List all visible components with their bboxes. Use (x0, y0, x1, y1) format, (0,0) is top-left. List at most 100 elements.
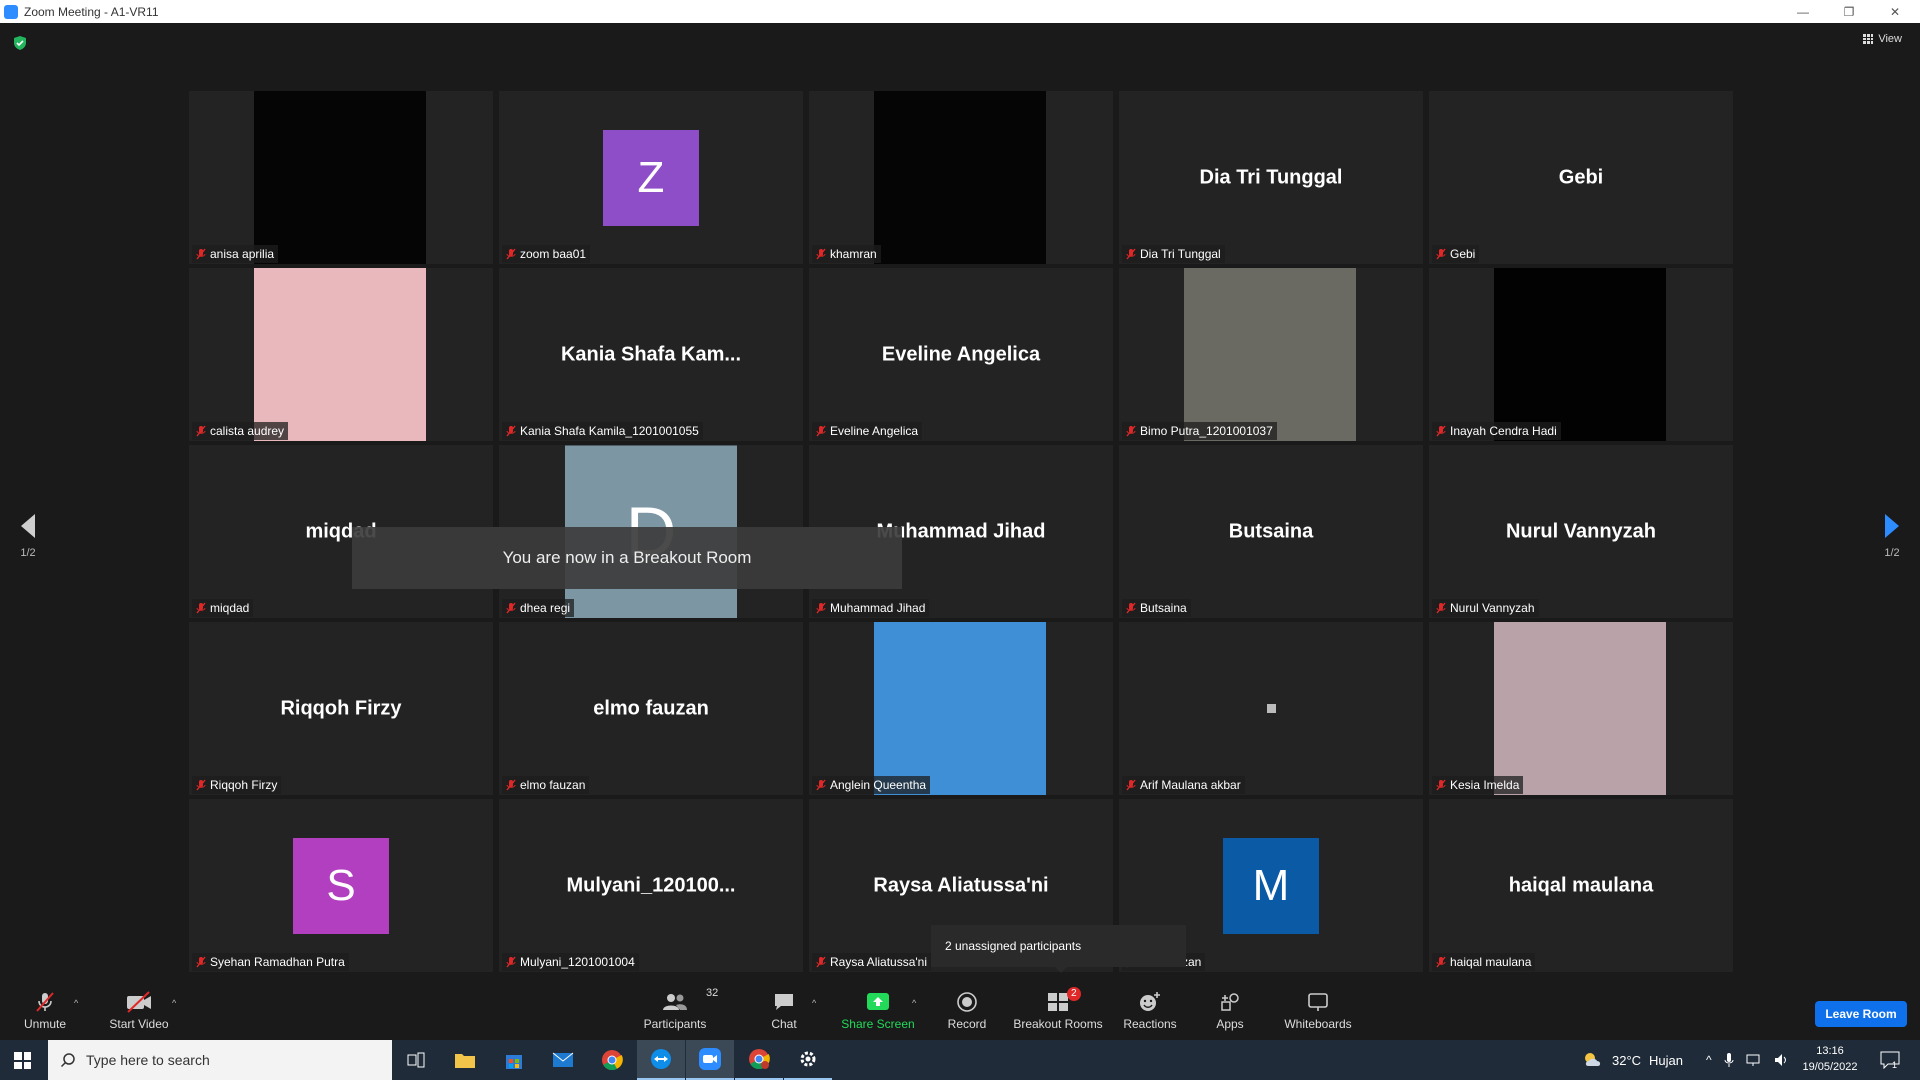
participant-display-name: Dia Tri Tunggal (1199, 166, 1343, 188)
breakout-rooms-button[interactable]: 2 Breakout Rooms (1012, 980, 1104, 1040)
participant-tile[interactable]: calista audrey (189, 268, 493, 441)
share-screen-button[interactable]: Share Screen (838, 980, 918, 1040)
microphone-muted-icon (506, 602, 516, 614)
microphone-muted-icon (1126, 425, 1136, 437)
microphone-muted-icon (816, 425, 826, 437)
participant-tile[interactable]: Zzoom baa01 (499, 91, 803, 264)
view-button[interactable]: View (1863, 33, 1902, 45)
participant-name: elmo fauzan (520, 778, 586, 792)
microphone-icon[interactable] (1724, 1052, 1734, 1068)
minimize-button[interactable]: — (1780, 0, 1826, 23)
record-button[interactable]: Record (944, 980, 990, 1040)
participant-video (874, 91, 1046, 264)
participant-name-label: Muhammad Jihad (812, 599, 930, 617)
reactions-button[interactable]: Reactions (1122, 980, 1178, 1040)
participant-tile[interactable]: khamran (809, 91, 1113, 264)
settings-gear-icon[interactable] (784, 1040, 832, 1080)
microphone-muted-icon (1436, 956, 1446, 968)
participant-name: zoom baa01 (520, 247, 587, 261)
participant-video (874, 622, 1046, 795)
taskbar-clock[interactable]: 13:16 19/05/2022 (1790, 1043, 1870, 1075)
participant-tile[interactable]: anisa aprilia (189, 91, 493, 264)
participant-tile[interactable]: Nurul Vannyzah Nurul Vannyzah (1429, 445, 1733, 618)
participant-display-name: Nurul Vannyzah (1505, 520, 1657, 542)
shield-icon[interactable] (12, 35, 28, 51)
taskbar-search-box[interactable]: Type here to search (48, 1040, 392, 1080)
microphone-muted-icon (1436, 779, 1446, 791)
start-video-button[interactable]: Start Video (106, 980, 172, 1040)
zoom-taskbar-icon[interactable] (686, 1040, 734, 1080)
unmute-button[interactable]: Unmute (20, 980, 70, 1040)
share-screen-icon (867, 993, 889, 1010)
participant-name: Mulyani_1201001004 (520, 955, 635, 969)
participant-tile[interactable]: Bimo Putra_1201001037 (1119, 268, 1423, 441)
unassigned-participants-tooltip[interactable]: 2 unassigned participants (931, 925, 1186, 973)
share-options-caret[interactable]: ^ (912, 998, 916, 1008)
chrome-profile-icon[interactable] (735, 1040, 783, 1080)
notification-center-icon[interactable]: 1 (1880, 1040, 1900, 1080)
participant-display-name: Raysa Aliatussa'ni (873, 874, 1049, 896)
meeting-toolbar: Unmute ^ Start Video ^ 32 Participants C… (0, 980, 1920, 1040)
mail-icon[interactable] (539, 1040, 587, 1080)
participant-tile[interactable]: Inayah Cendra Hadi (1429, 268, 1733, 441)
microphone-muted-icon (816, 602, 826, 614)
speaker-icon[interactable] (1774, 1053, 1790, 1067)
participant-tile[interactable]: Kania Shafa Kam... Kania Shafa Kamila_120… (499, 268, 803, 441)
teamviewer-icon[interactable] (637, 1040, 685, 1080)
search-icon (60, 1053, 75, 1068)
video-off-icon (127, 991, 151, 1013)
audio-options-caret[interactable]: ^ (74, 998, 78, 1008)
microphone-muted-icon (196, 425, 206, 437)
participant-video (1184, 268, 1356, 441)
restore-button[interactable]: ❐ (1826, 0, 1872, 23)
previous-page-button[interactable]: 1/2 (8, 513, 48, 559)
participant-tile[interactable]: Anglein Queentha (809, 622, 1113, 795)
participant-tile[interactable]: Dia Tri Tunggal Dia Tri Tunggal (1119, 91, 1423, 264)
participant-display-name: Kania Shafa Kam... (560, 343, 742, 365)
participant-name-label: khamran (812, 245, 881, 263)
participant-tile[interactable]: Gebi Gebi (1429, 91, 1733, 264)
reactions-label: Reactions (1123, 1017, 1177, 1031)
whiteboards-button[interactable]: Whiteboards (1282, 980, 1354, 1040)
participant-name-label: Eveline Angelica (812, 422, 923, 440)
video-options-caret[interactable]: ^ (172, 998, 176, 1008)
weather-widget[interactable]: 32°C Hujan (1582, 1040, 1683, 1080)
participant-name: Riqqoh Firzy (210, 778, 278, 792)
participant-avatar: M (1223, 837, 1319, 934)
participant-display-name: Butsaina (1228, 520, 1314, 542)
participant-tile[interactable]: elmo fauzan elmo fauzan (499, 622, 803, 795)
participant-tile[interactable]: Mulyani_120100... Mulyani_1201001004 (499, 799, 803, 972)
windows-start-icon[interactable] (14, 1052, 31, 1069)
participant-tile[interactable]: Eveline Angelica Eveline Angelica (809, 268, 1113, 441)
file-explorer-icon[interactable] (441, 1040, 489, 1080)
participant-tile[interactable]: Arif Maulana akbar (1119, 622, 1423, 795)
chat-options-caret[interactable]: ^ (812, 998, 816, 1008)
network-icon[interactable] (1746, 1053, 1762, 1067)
participant-video (254, 268, 426, 441)
participants-button[interactable]: 32 Participants (638, 980, 719, 1040)
participant-tile[interactable]: haiqal maulana haiqal maulana (1429, 799, 1733, 972)
participant-name-label: calista audrey (192, 422, 289, 440)
task-view-icon[interactable] (392, 1040, 440, 1080)
apps-label: Apps (1216, 1017, 1244, 1031)
microphone-muted-icon (506, 779, 516, 791)
next-page-button[interactable]: 1/2 (1872, 513, 1912, 559)
breakout-rooms-badge: 2 (1067, 987, 1081, 1001)
store-icon[interactable] (490, 1040, 538, 1080)
participant-tile[interactable]: Butsaina Butsaina (1119, 445, 1423, 618)
microphone-muted-icon (36, 992, 54, 1012)
participant-tile[interactable]: S Syehan Ramadhan Putra (189, 799, 493, 972)
view-label: View (1878, 33, 1902, 45)
system-tray: ^ (1706, 1040, 1790, 1080)
close-button[interactable]: ✕ (1872, 0, 1918, 23)
apps-button[interactable]: Apps (1212, 980, 1248, 1040)
clock-time: 13:16 (1816, 1045, 1844, 1057)
chevron-up-icon[interactable]: ^ (1706, 1053, 1712, 1067)
participant-tile[interactable]: Kesia Imelda (1429, 622, 1733, 795)
chat-button[interactable]: Chat (764, 980, 804, 1040)
page-indicator-left: 1/2 (20, 547, 36, 559)
leave-room-button[interactable]: Leave Room (1815, 1001, 1907, 1027)
participant-name-label: Mulyani_1201001004 (502, 953, 639, 971)
participant-tile[interactable]: Riqqoh Firzy Riqqoh Firzy (189, 622, 493, 795)
chrome-icon[interactable] (588, 1040, 636, 1080)
